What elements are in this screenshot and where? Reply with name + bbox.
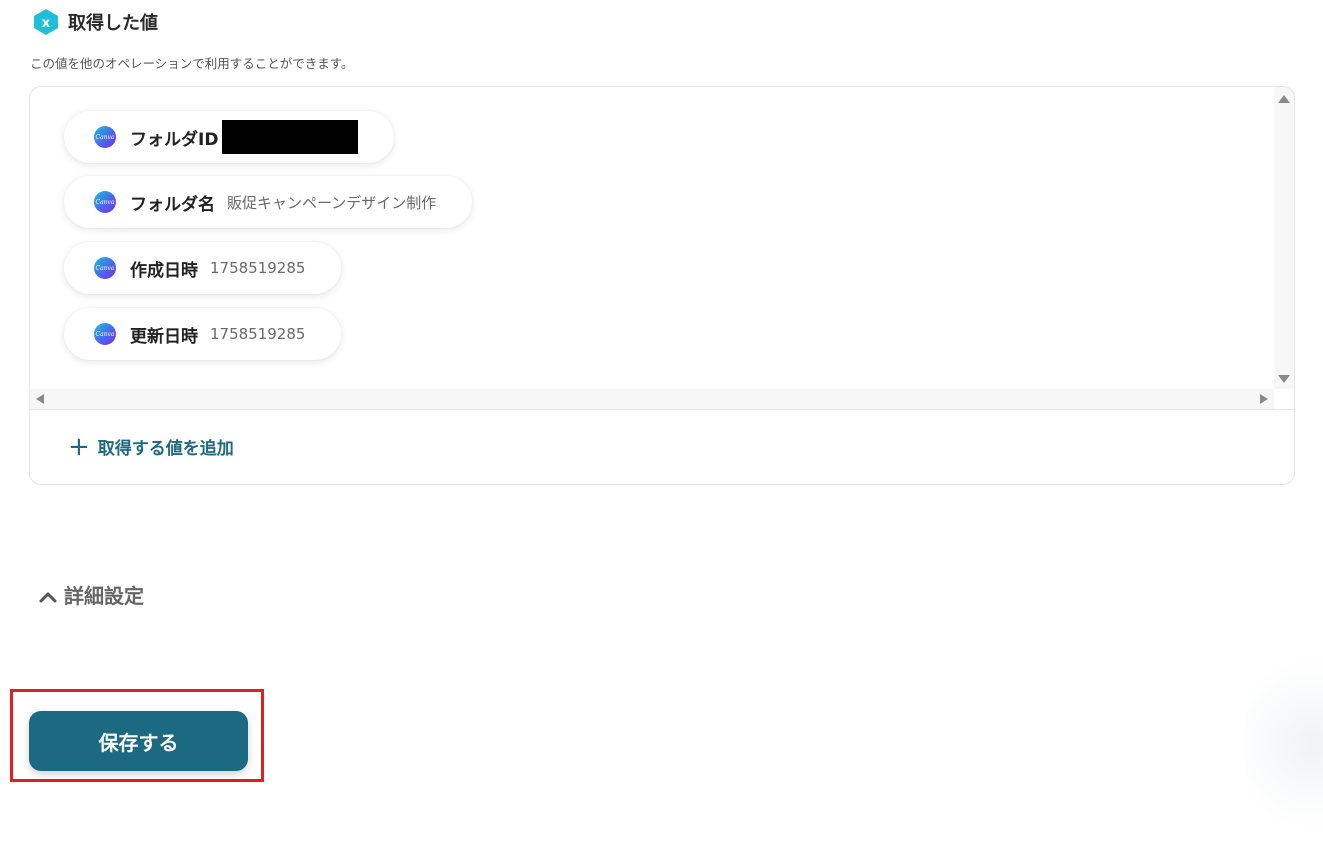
vertical-scrollbar[interactable] <box>1274 87 1294 389</box>
variable-x-icon: x <box>32 8 60 36</box>
save-button[interactable]: 保存する <box>29 711 248 771</box>
plus-icon: + <box>68 437 90 457</box>
scroll-down-arrow-icon[interactable] <box>1278 375 1290 383</box>
section-title: 取得した値 <box>68 9 158 35</box>
canva-logo-icon: Canva <box>94 257 116 279</box>
scroll-up-arrow-icon[interactable] <box>1278 95 1290 103</box>
canva-logo-icon: Canva <box>94 126 116 148</box>
value-pill-folder-name[interactable]: Canva フォルダ名 販促キャンペーンデザイン制作 <box>64 176 472 228</box>
redacted-value <box>222 120 358 154</box>
value-pill-created-at[interactable]: Canva 作成日時 1758519285 <box>64 242 341 294</box>
value-text: 1758519285 <box>210 259 305 277</box>
values-scroll-area[interactable]: Canva フォルダID Canva フォルダ名 販促キャンペーンデザイン制作 … <box>30 87 1294 409</box>
value-label: フォルダID <box>130 125 218 150</box>
svg-text:x: x <box>42 16 51 31</box>
value-text: 販促キャンペーンデザイン制作 <box>227 192 436 213</box>
section-header: x 取得した値 <box>32 8 158 36</box>
decorative-corner <box>1243 644 1323 844</box>
value-pill-updated-at[interactable]: Canva 更新日時 1758519285 <box>64 308 341 360</box>
scroll-right-arrow-icon[interactable] <box>1260 394 1268 404</box>
canva-logo-icon: Canva <box>94 323 116 345</box>
horizontal-scrollbar[interactable] <box>30 389 1274 409</box>
advanced-settings-label: 詳細設定 <box>64 580 144 609</box>
value-label: 更新日時 <box>130 322 198 347</box>
value-label: 作成日時 <box>130 256 198 281</box>
scroll-left-arrow-icon[interactable] <box>36 394 44 404</box>
canva-logo-icon: Canva <box>94 191 116 213</box>
chevron-up-icon <box>38 589 50 601</box>
value-text: 1758519285 <box>210 325 305 343</box>
add-value-label: 取得する値を追加 <box>98 434 234 459</box>
value-pill-folder-id[interactable]: Canva フォルダID <box>64 111 394 163</box>
retrieved-values-panel: Canva フォルダID Canva フォルダ名 販促キャンペーンデザイン制作 … <box>29 86 1295 485</box>
divider <box>30 409 1294 410</box>
add-value-button[interactable]: + 取得する値を追加 <box>68 434 234 459</box>
section-description: この値を他のオペレーションで利用することができます。 <box>30 53 354 72</box>
advanced-settings-toggle[interactable]: 詳細設定 <box>38 580 144 609</box>
value-label: フォルダ名 <box>130 190 215 215</box>
